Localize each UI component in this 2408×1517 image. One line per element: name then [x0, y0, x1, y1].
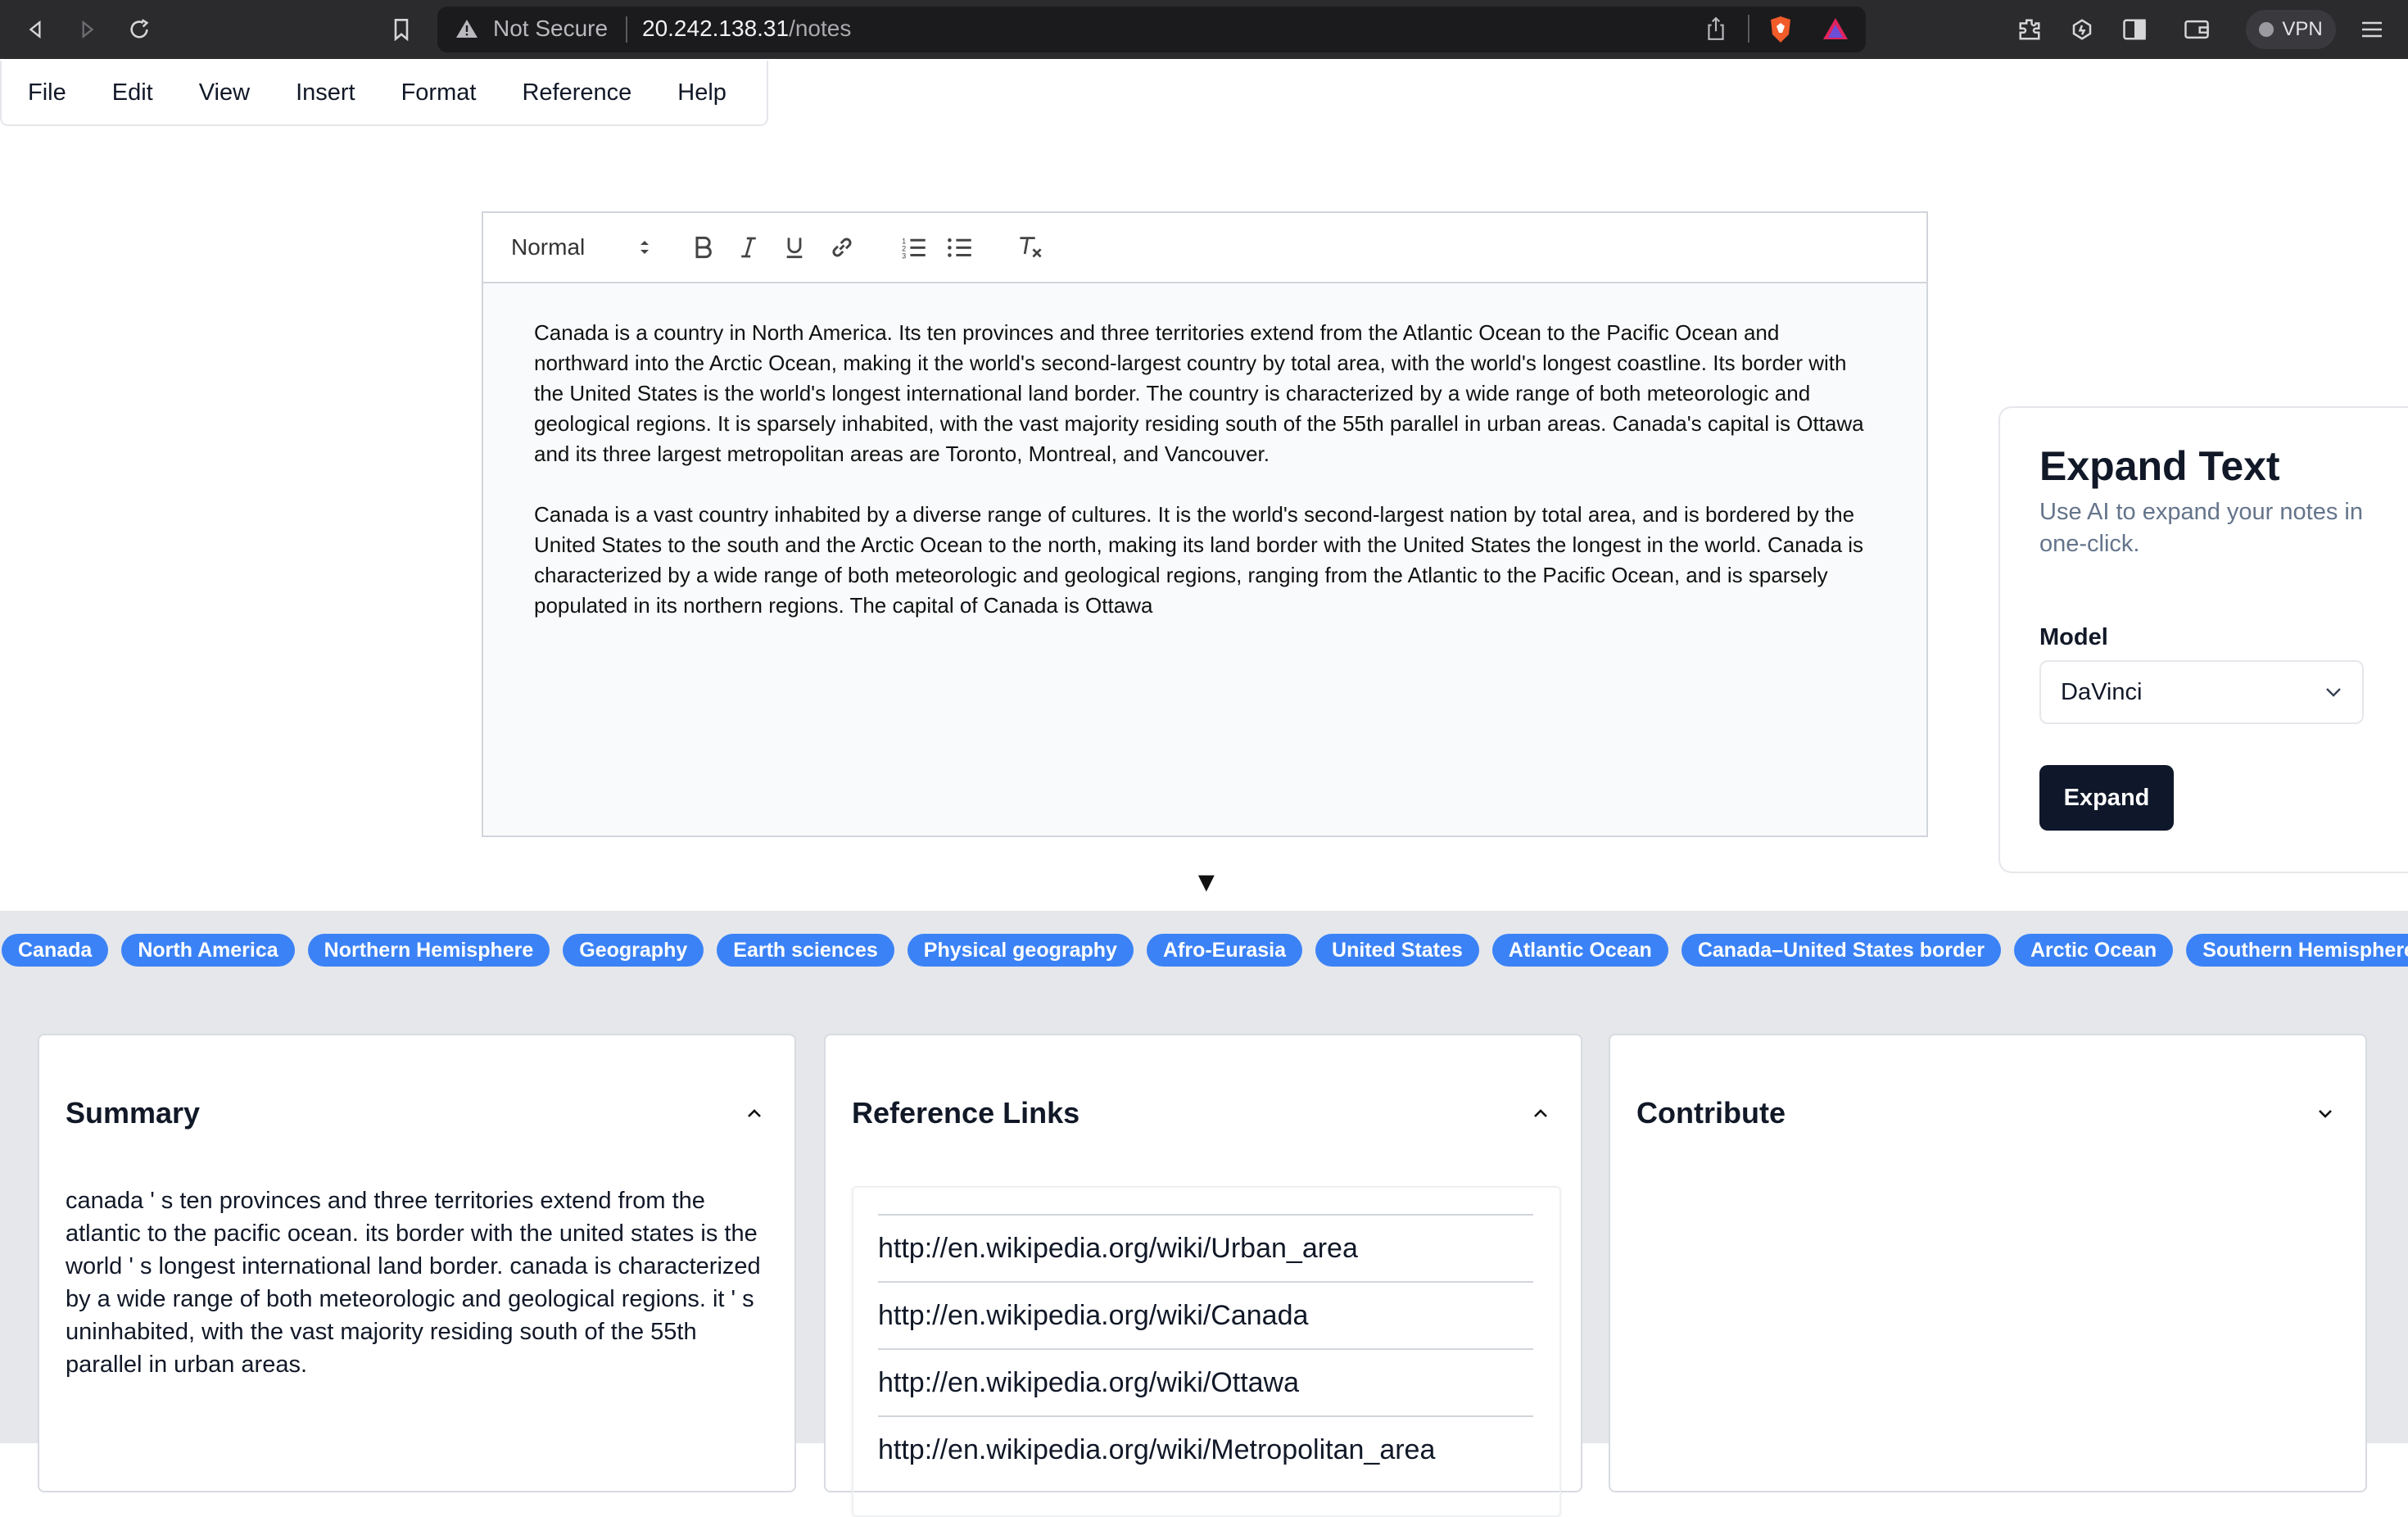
tag-chip[interactable]: Northern Hemisphere: [307, 934, 550, 967]
reload-icon[interactable]: [123, 13, 156, 46]
menu-file[interactable]: File: [2, 79, 89, 106]
menu-help[interactable]: Help: [654, 79, 749, 106]
rich-text-editor: Normal 123 Canada is a country in North …: [482, 211, 1928, 837]
chevron-up-icon[interactable]: [742, 1101, 767, 1125]
tag-chip[interactable]: Afro-Eurasia: [1146, 934, 1303, 967]
not-secure-label: Not Secure: [493, 16, 609, 41]
menu-format[interactable]: Format: [378, 79, 500, 106]
warning-icon: [455, 18, 478, 43]
vpn-status-icon: [2259, 22, 2274, 37]
tag-chip[interactable]: Canada–United States border: [1681, 934, 2001, 967]
contribute-card: Contribute: [1609, 1034, 2367, 1492]
bookmark-icon[interactable]: [385, 13, 418, 46]
italic-icon[interactable]: [732, 231, 765, 264]
reference-link[interactable]: http://en.wikipedia.org/wiki/Canada: [878, 1281, 1533, 1347]
model-select[interactable]: DaVinci: [2039, 660, 2364, 724]
chevron-down-icon[interactable]: [2313, 1101, 2338, 1125]
tag-chip[interactable]: Earth sciences: [717, 934, 894, 967]
rewards-icon[interactable]: [1822, 16, 1849, 45]
panel-title: Expand Text: [2039, 443, 2280, 489]
menu-edit[interactable]: Edit: [89, 79, 176, 106]
sidebar-icon[interactable]: [2118, 13, 2151, 46]
format-select-value: Normal: [511, 234, 586, 260]
forward-icon[interactable]: [70, 13, 103, 46]
reference-links-card: Reference Links http://en.wikipedia.org/…: [824, 1034, 1582, 1517]
tag-chip[interactable]: Arctic Ocean: [2013, 934, 2174, 967]
tag-chip[interactable]: Physical geography: [907, 934, 1134, 967]
back-icon[interactable]: [20, 13, 52, 46]
leo-ai-icon[interactable]: [2066, 13, 2098, 46]
bold-icon[interactable]: [686, 231, 719, 264]
tag-chip[interactable]: United States: [1315, 934, 1479, 967]
summary-card: Summary canada ' s ten provinces and thr…: [38, 1034, 796, 1492]
updown-chevron-icon: [640, 241, 649, 254]
reference-links-title: Reference Links: [852, 1096, 1080, 1130]
url-host: 20.242.138.31: [642, 16, 790, 41]
reference-link[interactable]: http://en.wikipedia.org/wiki/Metropolita…: [878, 1415, 1533, 1481]
url-path: /notes: [789, 16, 852, 41]
expand-text-panel: Expand Text Use AI to expand your notes …: [1998, 406, 2408, 873]
expand-button[interactable]: Expand: [2039, 765, 2174, 831]
summary-text: canada ' s ten provinces and three terri…: [66, 1188, 761, 1378]
hamburger-menu-icon[interactable]: [2356, 13, 2388, 46]
tag-chip[interactable]: North America: [121, 934, 295, 967]
chevron-down-icon: [2326, 688, 2341, 697]
expand-toggle-arrow-icon[interactable]: ▼: [1193, 867, 1220, 899]
tag-chip[interactable]: Canada: [2, 934, 109, 967]
underline-icon[interactable]: [778, 231, 811, 264]
menu-insert[interactable]: Insert: [273, 79, 378, 106]
editor-paragraph: Canada is a country in North America. It…: [534, 320, 1864, 466]
topic-tags: Canada North America Northern Hemisphere Ge…: [0, 934, 2408, 970]
panel-subtitle: Use AI to expand your notes in one-click…: [2039, 499, 2363, 557]
tag-chip[interactable]: Geography: [563, 934, 704, 967]
url-text: 20.242.138.31/notes: [642, 16, 851, 42]
toolbar-divider: [1748, 15, 1749, 43]
vpn-button[interactable]: VPN: [2246, 10, 2336, 49]
editor-content[interactable]: Canada is a country in North America. It…: [483, 283, 1926, 621]
model-select-value: DaVinci: [2061, 678, 2143, 705]
editor-toolbar: Normal 123: [483, 213, 1926, 283]
chevron-up-icon[interactable]: [1528, 1101, 1553, 1125]
bullet-list-icon[interactable]: [944, 231, 976, 264]
editor-paragraph: Canada is a vast country inhabited by a …: [534, 502, 1864, 618]
wallet-icon[interactable]: [2180, 13, 2213, 46]
model-label: Model: [2039, 624, 2108, 650]
tag-chip[interactable]: Atlantic Ocean: [1491, 934, 1668, 967]
share-icon[interactable]: [1705, 16, 1727, 45]
contribute-title: Contribute: [1636, 1096, 1786, 1130]
notes-details-section: Canada North America Northern Hemisphere Ge…: [0, 911, 2408, 1517]
tag-chip[interactable]: Southern Hemisphere: [2186, 934, 2408, 967]
brave-shield-icon[interactable]: [1768, 15, 1794, 48]
summary-title: Summary: [66, 1096, 201, 1130]
svg-text:3: 3: [902, 252, 906, 259]
url-divider: [626, 16, 627, 43]
reference-links-list: http://en.wikipedia.org/wiki/Urban_area …: [852, 1186, 1561, 1517]
browser-toolbar: Not Secure 20.242.138.31/notes VPN: [0, 0, 2408, 59]
ordered-list-icon[interactable]: 123: [898, 231, 930, 264]
reference-link[interactable]: http://en.wikipedia.org/wiki/Ottawa: [878, 1348, 1533, 1414]
menu-reference[interactable]: Reference: [499, 79, 654, 106]
vpn-label: VPN: [2282, 18, 2323, 40]
menu-view[interactable]: View: [176, 79, 273, 106]
heading-format-select[interactable]: Normal: [511, 231, 650, 264]
address-bar[interactable]: Not Secure 20.242.138.31/notes: [437, 7, 1866, 52]
app-menubar: File Edit View Insert Format Reference H…: [0, 61, 768, 126]
reference-link[interactable]: http://en.wikipedia.org/wiki/Urban_area: [878, 1214, 1533, 1279]
extensions-icon[interactable]: [2013, 13, 2046, 46]
clear-formatting-icon[interactable]: [1014, 231, 1047, 264]
link-icon[interactable]: [826, 231, 858, 264]
